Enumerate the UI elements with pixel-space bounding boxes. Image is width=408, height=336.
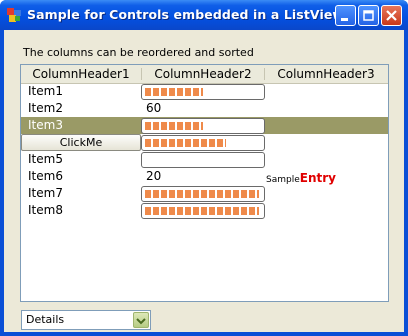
list-row-item3-selected[interactable]: Item3 [21, 117, 388, 134]
progress-bar [141, 135, 265, 151]
view-mode-value: Details [26, 313, 65, 326]
list-row-item6[interactable]: Item6 20 SampleEntry [21, 168, 388, 185]
minimize-icon [341, 18, 348, 21]
list-row-item2[interactable]: Item2 60 [21, 100, 388, 117]
item-label: Item5 [28, 152, 63, 166]
progress-bar [141, 152, 265, 168]
chevron-down-icon [136, 318, 146, 325]
item-label: Item6 [28, 169, 63, 183]
sample-entry-label: SampleEntry [266, 168, 336, 185]
list-row-item8[interactable]: Item8 [21, 202, 388, 219]
item-value: 20 [146, 169, 162, 183]
list-header: ColumnHeader1 ColumnHeader2 ColumnHeader… [21, 65, 388, 84]
progress-bar [141, 186, 265, 202]
title-bar[interactable]: Sample for Controls embedded in a ListVi… [0, 0, 408, 30]
list-row-item7[interactable]: Item7 [21, 185, 388, 202]
list-row-item1[interactable]: Item1 [21, 83, 388, 100]
dropdown-button[interactable] [133, 312, 149, 328]
column-header-2[interactable]: ColumnHeader2 [142, 65, 264, 83]
close-icon [386, 10, 397, 21]
progress-fill [145, 139, 226, 147]
item-label: Item7 [28, 186, 63, 200]
progress-fill [145, 122, 203, 130]
close-button[interactable] [381, 5, 402, 26]
column-header-3[interactable]: ColumnHeader3 [265, 65, 387, 83]
list-row-button[interactable]: ClickMe [21, 134, 388, 151]
app-icon[interactable] [6, 7, 22, 23]
progress-bar [141, 118, 265, 134]
column-header-1[interactable]: ColumnHeader1 [21, 65, 141, 83]
window-title: Sample for Controls embedded in a ListVi… [27, 7, 345, 22]
clickme-button[interactable]: ClickMe [21, 134, 141, 151]
client-area: The columns can be reordered and sorted … [4, 30, 404, 332]
view-mode-select[interactable]: Details [21, 310, 151, 330]
entry-big-text: Entry [299, 171, 336, 185]
list-view[interactable]: ColumnHeader1 ColumnHeader2 ColumnHeader… [20, 64, 389, 302]
progress-fill [145, 207, 259, 215]
maximize-button[interactable] [358, 5, 379, 26]
progress-fill [145, 190, 259, 198]
app-window: Sample for Controls embedded in a ListVi… [0, 0, 408, 336]
item-value: 60 [146, 101, 162, 115]
progress-fill [145, 88, 203, 96]
progress-bar [141, 84, 265, 100]
list-row-item5[interactable]: Item5 [21, 151, 388, 168]
maximize-icon [363, 10, 374, 21]
list-caption: The columns can be reordered and sorted [23, 46, 254, 59]
item-label: Item8 [28, 203, 63, 217]
progress-bar [141, 203, 265, 219]
entry-small-text: Sample [266, 175, 300, 185]
item-label: Item1 [28, 84, 63, 98]
minimize-button[interactable] [335, 5, 356, 26]
item-label: Item2 [28, 101, 63, 115]
item-label: Item3 [28, 118, 63, 132]
